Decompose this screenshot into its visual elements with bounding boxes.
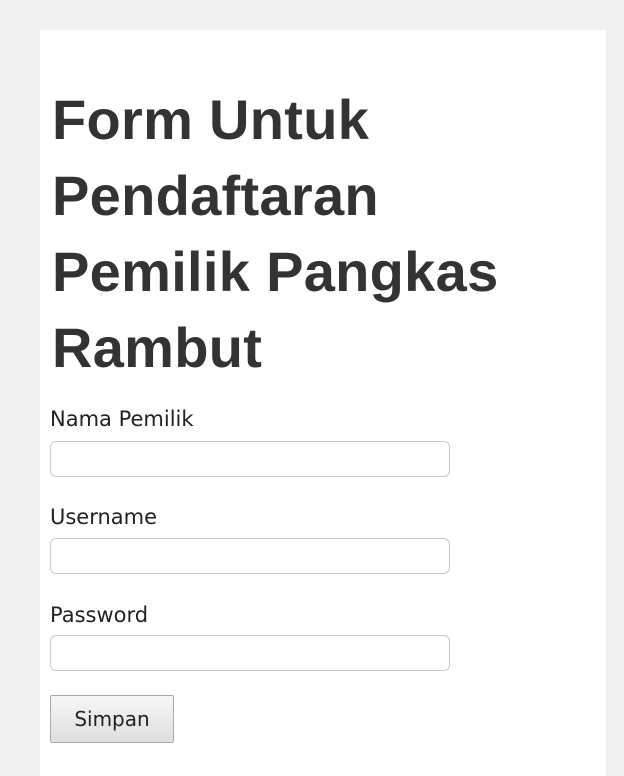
page-title: Form Untuk Pendaftaran Pemilik Pangkas R… bbox=[52, 88, 499, 379]
registration-form: Form Untuk Pendaftaran Pemilik Pangkas R… bbox=[40, 30, 606, 776]
password-input[interactable] bbox=[50, 635, 450, 671]
owner-name-input[interactable] bbox=[50, 441, 450, 477]
owner-name-label: Nama Pemilik bbox=[50, 407, 194, 431]
password-label: Password bbox=[50, 603, 149, 627]
page-background: Form Untuk Pendaftaran Pemilik Pangkas R… bbox=[0, 0, 624, 776]
username-input[interactable] bbox=[50, 538, 450, 574]
username-label: Username bbox=[50, 505, 158, 529]
save-button[interactable]: Simpan bbox=[50, 695, 174, 743]
